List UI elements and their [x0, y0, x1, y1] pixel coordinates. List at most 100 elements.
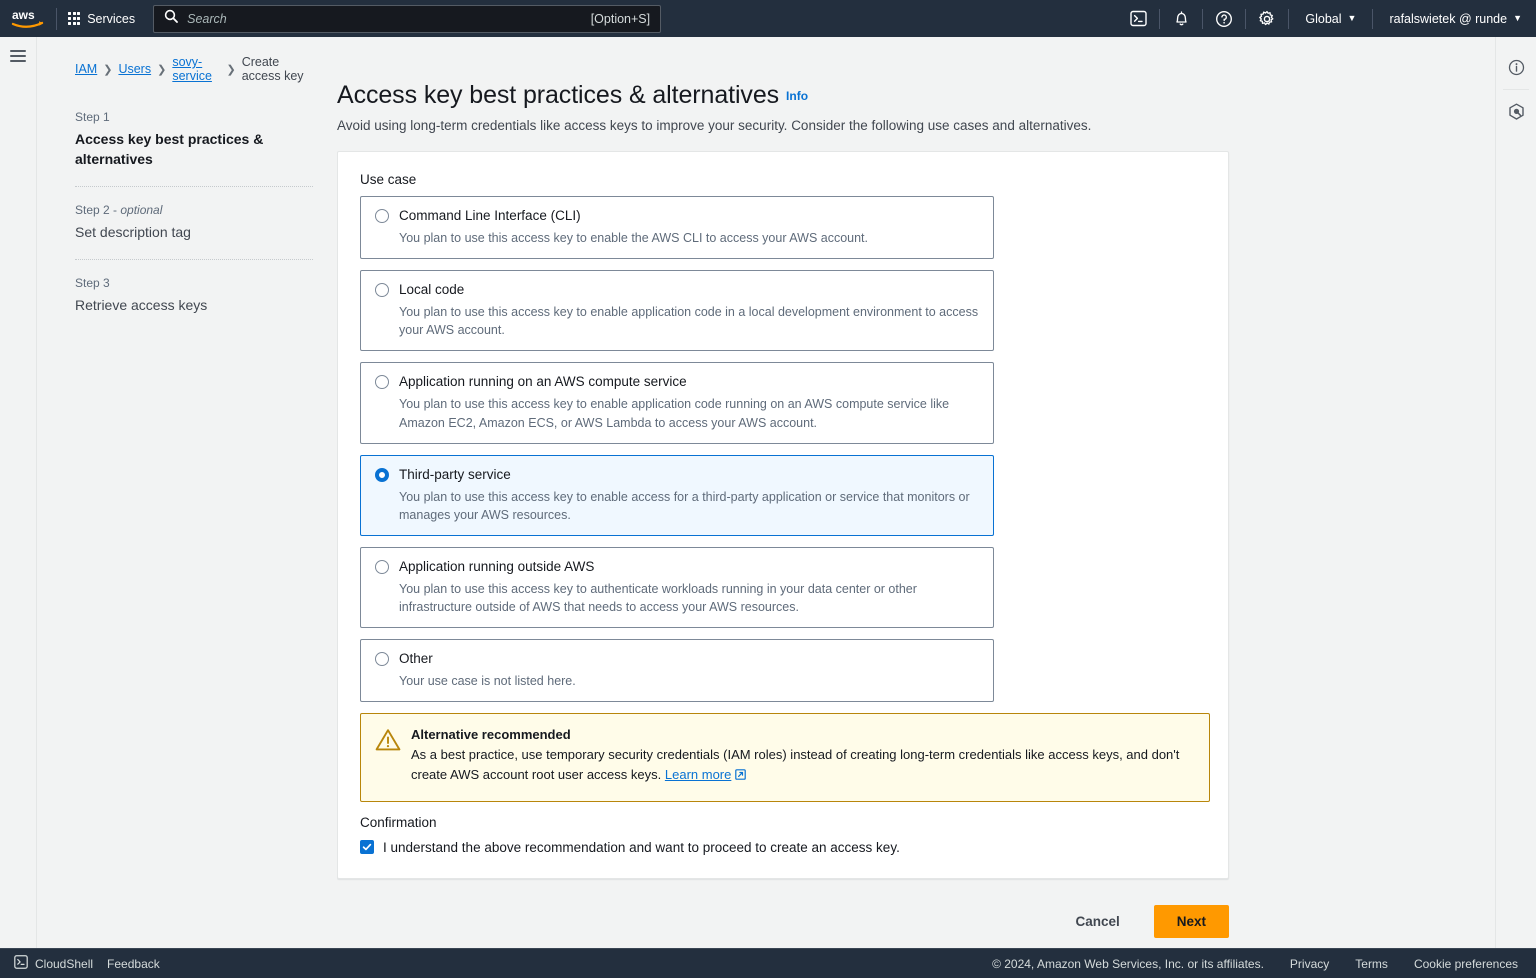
next-button[interactable]: Next	[1153, 905, 1229, 939]
option-title: Third-party service	[399, 466, 511, 482]
footer-cloudshell-button[interactable]: CloudShell	[14, 955, 107, 972]
right-icon-rail	[1495, 37, 1536, 948]
breadcrumb-separator-icon: ❯	[103, 63, 113, 76]
wizard-step-3: Step 3 Retrieve access keys	[75, 258, 313, 332]
radio-icon-selected[interactable]	[375, 467, 389, 482]
nav-divider	[1245, 8, 1247, 29]
region-label: Global	[1305, 11, 1342, 26]
cloudshell-icon[interactable]	[1119, 0, 1157, 37]
step-1-title[interactable]: Access key best practices & alternatives	[75, 130, 313, 170]
rail-divider	[1503, 89, 1529, 90]
services-menu-button[interactable]: Services	[57, 0, 147, 37]
cloudshell-icon	[14, 955, 28, 972]
footer-bar: CloudShell Feedback © 2024, Amazon Web S…	[0, 948, 1536, 978]
option-title: Application running outside AWS	[399, 558, 595, 574]
info-link[interactable]: Info	[786, 89, 808, 103]
option-description: You plan to use this access key to enabl…	[399, 305, 979, 338]
alternative-recommended-alert: Alternative recommended As a best practi…	[360, 713, 1210, 802]
radio-icon[interactable]	[375, 209, 389, 223]
wizard-step-1: Step 1 Access key best practices & alter…	[75, 108, 313, 186]
wizard-step-2: Step 2 - optional Set description tag	[75, 185, 313, 259]
search-shortcut-hint: [Option+S]	[590, 11, 651, 26]
radio-icon[interactable]	[375, 559, 389, 574]
step-3-title[interactable]: Retrieve access keys	[75, 296, 313, 316]
nav-divider	[1372, 8, 1374, 29]
radio-option-other[interactable]: Other Your use case is not listed here.	[360, 639, 994, 703]
wizard-sidebar: IAM ❯ Users ❯ sovy-service ❯ Create acce…	[37, 37, 337, 948]
notifications-icon[interactable]	[1162, 0, 1200, 37]
aws-logo[interactable]: aws	[0, 8, 56, 30]
breadcrumb-separator-icon: ❯	[157, 63, 167, 76]
page-shell: IAM ❯ Users ❯ sovy-service ❯ Create acce…	[0, 37, 1536, 948]
svg-text:aws: aws	[12, 8, 35, 22]
radio-icon[interactable]	[375, 283, 389, 298]
search-input[interactable]	[187, 11, 591, 26]
chevron-down-icon: ▼	[1513, 13, 1522, 23]
step-1-label: Step 1	[75, 110, 110, 124]
option-title: Other	[399, 651, 433, 667]
footer-privacy-link[interactable]: Privacy	[1290, 957, 1329, 971]
account-menu[interactable]: rafalswietek @ runde ▼	[1375, 0, 1536, 37]
radio-icon[interactable]	[375, 652, 389, 667]
breadcrumb-item-sovy-service[interactable]: sovy-service	[172, 55, 220, 83]
help-icon[interactable]	[1205, 0, 1243, 37]
services-label: Services	[87, 11, 136, 26]
footer-cookie-preferences-link[interactable]: Cookie preferences	[1414, 957, 1518, 971]
settings-icon[interactable]	[1248, 0, 1286, 37]
shield-hexagon-icon[interactable]	[1500, 96, 1532, 128]
option-title: Local code	[399, 282, 465, 298]
radio-option-third-party-service[interactable]: Third-party service You plan to use this…	[360, 454, 994, 536]
radio-icon[interactable]	[375, 375, 389, 390]
step-3-label: Step 3	[75, 275, 110, 290]
option-description: Your use case is not listed here.	[399, 674, 576, 689]
nav-divider	[1159, 8, 1161, 29]
page-title: Access key best practices & alternatives	[337, 81, 780, 109]
use-case-label: Use case	[360, 172, 417, 187]
radio-option-outside-aws[interactable]: Application running outside AWS You plan…	[360, 546, 994, 629]
page-header: Access key best practices & alternatives…	[337, 81, 1495, 133]
warning-triangle-icon	[375, 728, 401, 786]
top-navigation-bar: aws Services [Option+S]	[0, 0, 1536, 37]
option-title: Application running on an AWS compute se…	[399, 374, 687, 390]
radio-option-local-code[interactable]: Local code You plan to use this access k…	[360, 270, 994, 352]
breadcrumb-item-users[interactable]: Users	[118, 62, 151, 76]
confirmation-checkbox[interactable]	[360, 839, 374, 854]
step-2-label: Step 2 - optional	[75, 202, 163, 217]
footer-feedback-label: Feedback	[107, 956, 160, 971]
option-description: You plan to use this access key to enabl…	[399, 231, 869, 245]
chevron-down-icon: ▼	[1347, 13, 1357, 23]
menu-toggle-icon[interactable]	[10, 50, 26, 62]
left-icon-rail	[0, 37, 37, 948]
top-nav-right-group: Global ▼ rafalswietek @ runde ▼	[1119, 0, 1536, 37]
cancel-button[interactable]: Cancel	[1057, 906, 1137, 937]
grid-icon	[68, 12, 81, 25]
external-link-icon	[735, 766, 747, 786]
option-description: You plan to use this access key to enabl…	[399, 397, 950, 430]
nav-divider	[1202, 8, 1204, 29]
footer-cloudshell-label: CloudShell	[35, 956, 94, 971]
use-case-card: Use case Command Line Interface (CLI) Yo…	[337, 151, 1229, 880]
nav-divider	[1288, 8, 1290, 29]
alert-title: Alternative recommended	[411, 727, 571, 743]
account-label: rafalswietek @ runde	[1389, 11, 1508, 26]
search-box[interactable]: [Option+S]	[153, 4, 662, 33]
region-selector[interactable]: Global ▼	[1291, 0, 1370, 37]
learn-more-link[interactable]: Learn more	[665, 767, 731, 782]
option-description: You plan to use this access key to authe…	[399, 581, 917, 614]
confirmation-label: Confirmation	[360, 814, 437, 830]
breadcrumb: IAM ❯ Users ❯ sovy-service ❯ Create acce…	[75, 55, 313, 83]
search-icon	[164, 9, 179, 28]
confirmation-text: I understand the above recommendation an…	[383, 839, 900, 855]
radio-option-aws-compute[interactable]: Application running on an AWS compute se…	[360, 362, 994, 444]
page-subtitle: Avoid using long-term credentials like a…	[337, 118, 1092, 133]
breadcrumb-item-iam[interactable]: IAM	[75, 62, 97, 76]
footer-feedback-button[interactable]: Feedback	[107, 957, 174, 971]
confirmation-checkbox-row[interactable]: I understand the above recommendation an…	[360, 839, 1206, 857]
alert-text: As a best practice, use temporary securi…	[411, 747, 1179, 782]
info-circle-icon[interactable]	[1500, 51, 1532, 83]
option-title: Command Line Interface (CLI)	[399, 208, 581, 223]
step-2-title[interactable]: Set description tag	[75, 223, 313, 243]
footer-terms-link[interactable]: Terms	[1355, 957, 1388, 971]
footer-right-group: © 2024, Amazon Web Services, Inc. or its…	[992, 957, 1518, 971]
radio-option-cli[interactable]: Command Line Interface (CLI) You plan to…	[360, 196, 994, 260]
